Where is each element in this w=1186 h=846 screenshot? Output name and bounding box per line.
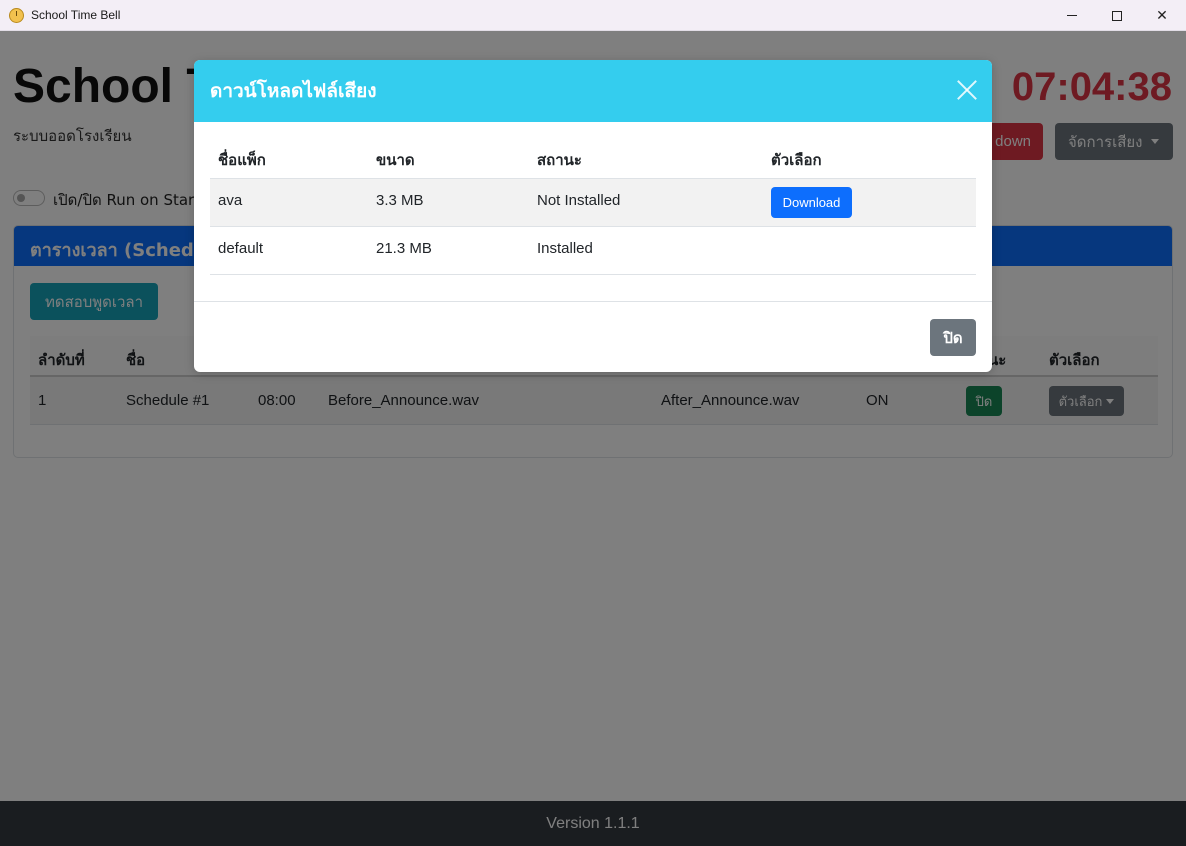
download-sound-modal: ดาวน์โหลดไฟล์เสียง ชื่อแพ็ก ขนาด สถานะ ต… <box>194 60 992 372</box>
window-title: School Time Bell <box>31 8 121 22</box>
sound-pack-table-header: ชื่อแพ็ก ขนาด สถานะ ตัวเลือก <box>210 140 976 179</box>
maximize-button[interactable] <box>1094 0 1140 31</box>
modal-title: ดาวน์โหลดไฟล์เสียง <box>210 80 377 102</box>
close-window-button[interactable]: ✕ <box>1139 0 1185 31</box>
col-size: ขนาด <box>376 151 415 169</box>
pack-size: 21.3 MB <box>376 240 432 257</box>
table-row: ava 3.3 MB Not Installed Download <box>210 179 976 227</box>
pack-name: ava <box>218 192 243 209</box>
pack-size: 3.3 MB <box>376 192 424 209</box>
pack-name: default <box>218 240 264 257</box>
download-button[interactable]: Download <box>771 187 852 218</box>
col-pack-name: ชื่อแพ็ก <box>218 151 266 169</box>
clock-icon <box>9 8 24 23</box>
col-options: ตัวเลือก <box>771 151 822 169</box>
pack-status: Not Installed <box>537 192 621 209</box>
close-icon: ✕ <box>1156 7 1168 24</box>
close-icon[interactable] <box>956 79 978 101</box>
window-titlebar: School Time Bell ✕ <box>0 0 1186 31</box>
table-row: default 21.3 MB Installed <box>210 227 976 275</box>
col-status: สถานะ <box>537 151 582 169</box>
modal-footer: ปิด <box>194 301 992 372</box>
close-modal-button[interactable]: ปิด <box>930 319 976 356</box>
minimize-button[interactable] <box>1049 0 1095 31</box>
pack-status: Installed <box>537 240 593 257</box>
maximize-icon <box>1112 10 1122 21</box>
minimize-icon <box>1067 15 1077 16</box>
modal-header: ดาวน์โหลดไฟล์เสียง <box>194 60 992 122</box>
modal-body: ชื่อแพ็ก ขนาด สถานะ ตัวเลือก ava 3.3 MB … <box>210 140 976 275</box>
